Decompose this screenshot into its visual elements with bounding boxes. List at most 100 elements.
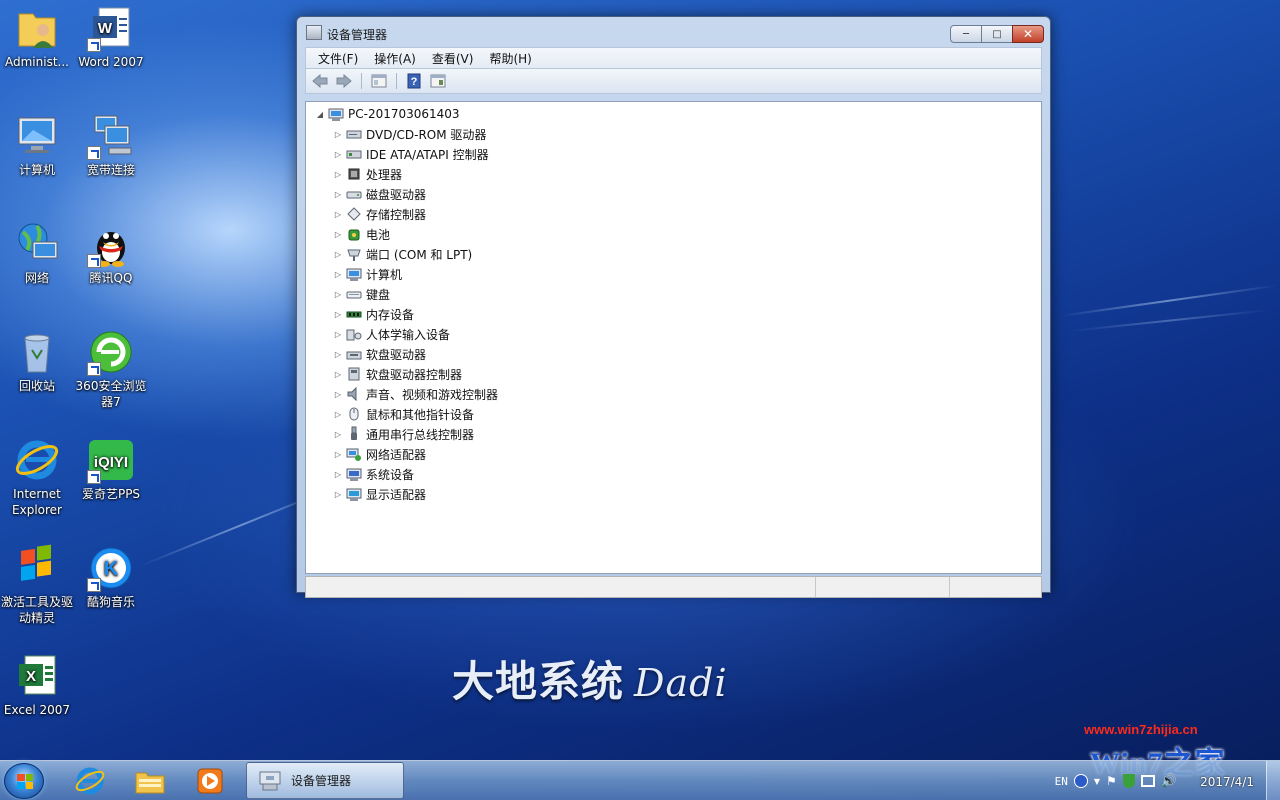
show-hidden-icons-icon[interactable]: ▼ — [1094, 777, 1100, 786]
close-button[interactable]: ✕ — [1012, 25, 1044, 43]
expand-arrow-icon[interactable]: ▷ — [332, 190, 344, 199]
tree-category-computer[interactable]: ▷ 计算机 — [332, 264, 402, 284]
taskbar-pin-media-player[interactable] — [184, 764, 236, 798]
expand-arrow-icon[interactable]: ▷ — [332, 150, 344, 159]
desktop-icon-recycle-bin[interactable]: 回收站 — [1, 328, 73, 394]
tree-node-label: IDE ATA/ATAPI 控制器 — [366, 147, 489, 162]
expand-arrow-icon[interactable]: ▷ — [332, 250, 344, 259]
network-tray-icon[interactable] — [1140, 775, 1155, 787]
clock[interactable]: 2017/4/1 — [1200, 767, 1254, 789]
start-button[interactable] — [4, 763, 44, 799]
minimize-button[interactable]: ─ — [950, 25, 982, 43]
network-adapter-icon — [346, 446, 362, 462]
tree-category-port[interactable]: ▷ 端口 (COM 和 LPT) — [332, 244, 472, 264]
keyboard-icon — [346, 286, 362, 302]
close-icon: ✕ — [1022, 27, 1034, 41]
flag-icon[interactable]: ⚑ — [1106, 774, 1117, 788]
desktop-icon-network[interactable]: 网络 — [1, 220, 73, 286]
svg-text:?: ? — [411, 76, 418, 88]
taskbar-task-device-manager[interactable]: 设备管理器 — [246, 762, 404, 799]
desktop-icon-activation-tool[interactable]: 激活工具及驱动精灵 — [1, 544, 73, 626]
tree-category-keyboard[interactable]: ▷ 键盘 — [332, 284, 390, 304]
desktop-icon-kugou[interactable]: K 酷狗音乐 — [75, 544, 147, 610]
expand-arrow-icon[interactable]: ▷ — [332, 270, 344, 279]
show-desktop-button[interactable] — [1266, 761, 1280, 800]
tree-category-sound[interactable]: ▷ 声音、视频和游戏控制器 — [332, 384, 498, 404]
activation-tool-icon — [13, 544, 61, 592]
tree-category-floppy-controller[interactable]: ▷ 软盘驱动器控制器 — [332, 364, 462, 384]
status-bar — [305, 576, 1042, 598]
tree-node-label: 端口 (COM 和 LPT) — [366, 247, 473, 262]
desktop-icon-user-folder[interactable]: Administ... — [1, 4, 73, 70]
expand-arrow-icon[interactable]: ▷ — [332, 410, 344, 419]
maximize-button[interactable]: □ — [981, 25, 1013, 43]
tree-node-label: 软盘驱动器控制器 — [366, 367, 463, 382]
tree-category-storage-controller[interactable]: ▷ 存储控制器 — [332, 204, 426, 224]
menu-file[interactable]: 文件(F) — [310, 50, 366, 67]
help-tray-icon[interactable] — [1073, 774, 1088, 788]
desktop-icon-ie[interactable]: Internet Explorer — [1, 436, 73, 518]
window-titlebar[interactable]: 设备管理器 ─ □ ✕ — [297, 17, 1050, 47]
tree-node-label: 人体学输入设备 — [366, 327, 451, 342]
taskbar-pin-ie[interactable] — [64, 764, 116, 798]
tree-root-node[interactable]: ◢ PC-201703061403 — [314, 104, 460, 124]
tree-category-usb[interactable]: ▷ 通用串行总线控制器 — [332, 424, 474, 444]
expand-arrow-icon[interactable]: ▷ — [332, 210, 344, 219]
desktop-icon-word[interactable]: W Word 2007 — [75, 4, 147, 70]
menu-help[interactable]: 帮助(H) — [481, 50, 539, 67]
ide-controller-icon — [346, 146, 362, 162]
security-shield-icon[interactable] — [1122, 774, 1135, 788]
desktop-icon-label: 计算机 — [18, 163, 55, 177]
forward-button[interactable] — [334, 72, 354, 90]
expand-arrow-icon[interactable]: ▷ — [332, 130, 344, 139]
expand-arrow-icon[interactable]: ▷ — [332, 170, 344, 179]
expand-arrow-icon[interactable]: ▷ — [332, 430, 344, 439]
desktop-icon-browser-360[interactable]: 360安全浏览器7 — [75, 328, 147, 410]
properties-button[interactable] — [369, 72, 389, 90]
desktop-icon-label: Administ... — [5, 55, 69, 69]
expand-arrow-icon[interactable]: ▷ — [332, 350, 344, 359]
expand-arrow-icon[interactable]: ▷ — [332, 330, 344, 339]
device-manager-window[interactable]: 设备管理器 ─ □ ✕ 文件(F) 操作(A) 查看(V) 帮助(H) ? ◢ … — [296, 16, 1051, 598]
desktop-icon-qq[interactable]: 腾讯QQ — [75, 220, 147, 286]
tree-category-mouse[interactable]: ▷ 鼠标和其他指针设备 — [332, 404, 474, 424]
help-button[interactable]: ? — [404, 72, 424, 90]
tree-category-memory[interactable]: ▷ 内存设备 — [332, 304, 414, 324]
back-button[interactable] — [310, 72, 330, 90]
minimize-icon: ─ — [962, 28, 970, 40]
taskbar-pin-explorer[interactable] — [124, 764, 176, 798]
tree-category-dvd-drive[interactable]: ▷ DVD/CD-ROM 驱动器 — [332, 124, 487, 144]
expand-arrow-icon[interactable]: ▷ — [332, 390, 344, 399]
tree-category-system-device[interactable]: ▷ 系统设备 — [332, 464, 414, 484]
volume-icon[interactable]: 🔊 — [1161, 774, 1177, 789]
tree-category-display-adapter[interactable]: ▷ 显示适配器 — [332, 484, 426, 504]
expand-arrow-icon[interactable]: ▷ — [332, 450, 344, 459]
collapse-arrow-icon[interactable]: ◢ — [314, 110, 326, 119]
expand-arrow-icon[interactable]: ▷ — [332, 230, 344, 239]
expand-arrow-icon[interactable]: ▷ — [332, 310, 344, 319]
tree-category-battery[interactable]: ▷ 电池 — [332, 224, 390, 244]
device-tree-pane[interactable]: ◢ PC-201703061403 ▷ DVD/CD-ROM 驱动器 ▷ IDE ATA/… — [305, 101, 1042, 574]
menu-action[interactable]: 操作(A) — [366, 50, 424, 67]
desktop-icon-iqiyi[interactable]: iQIYI 爱奇艺PPS — [75, 436, 147, 502]
desktop-icon-excel[interactable]: X Excel 2007 — [1, 652, 73, 718]
show-hidden-button[interactable] — [428, 72, 448, 90]
tree-category-floppy-drive[interactable]: ▷ 软盘驱动器 — [332, 344, 426, 364]
menu-view[interactable]: 查看(V) — [424, 50, 482, 67]
tree-category-ide-controller[interactable]: ▷ IDE ATA/ATAPI 控制器 — [332, 144, 489, 164]
expand-arrow-icon[interactable]: ▷ — [332, 370, 344, 379]
expand-arrow-icon[interactable]: ▷ — [332, 290, 344, 299]
wallpaper-streak — [1069, 309, 1270, 332]
language-indicator[interactable]: EN — [1055, 775, 1068, 788]
expand-arrow-icon[interactable]: ▷ — [332, 470, 344, 479]
tree-category-disk-drive[interactable]: ▷ 磁盘驱动器 — [332, 184, 426, 204]
tree-category-hid[interactable]: ▷ 人体学输入设备 — [332, 324, 450, 344]
tree-category-network-adapter[interactable]: ▷ 网络适配器 — [332, 444, 426, 464]
desktop-icon-computer[interactable]: 计算机 — [1, 112, 73, 178]
desktop-icon-broadband[interactable]: 宽带连接 — [75, 112, 147, 178]
window-title: 设备管理器 — [327, 28, 388, 42]
expand-arrow-icon[interactable]: ▷ — [332, 490, 344, 499]
shortcut-arrow-icon — [87, 578, 101, 592]
tree-node-label: PC-201703061403 — [348, 107, 460, 121]
tree-category-processor[interactable]: ▷ 处理器 — [332, 164, 402, 184]
